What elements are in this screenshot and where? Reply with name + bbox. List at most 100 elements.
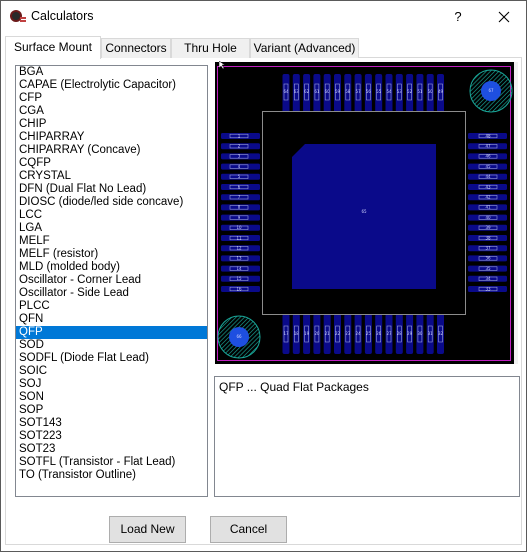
package-description-text: QFP ... Quad Flat Packages (219, 380, 369, 394)
pad-top (303, 74, 311, 114)
pad-label: 53 (397, 89, 403, 94)
pad-label: 64 (283, 89, 289, 94)
help-button[interactable]: ? (441, 1, 475, 32)
pad-label: 45 (485, 164, 491, 169)
list-item[interactable]: SOD (16, 339, 207, 352)
pad-label: 14 (236, 266, 242, 271)
pad-top (395, 74, 403, 114)
load-new-button[interactable]: Load New (109, 516, 186, 543)
pad-label: 13 (236, 256, 242, 261)
list-item[interactable]: DFN (Dual Flat No Lead) (16, 183, 207, 196)
pad-label: 28 (397, 331, 403, 336)
list-item[interactable]: MLD (molded body) (16, 261, 207, 274)
list-item[interactable]: CHIPARRAY (Concave) (16, 144, 207, 157)
pad-label: 50 (428, 89, 434, 94)
tab-surface-mount[interactable]: Surface Mount (5, 36, 101, 59)
center-thermal-pad (292, 144, 436, 289)
list-item[interactable]: Oscillator - Corner Lead (16, 274, 207, 287)
pad-label: 5 (238, 174, 241, 179)
list-item[interactable]: SOIC (16, 365, 207, 378)
pad-top (334, 74, 341, 114)
list-item[interactable]: MELF (resistor) (16, 248, 207, 261)
pad-label: 24 (356, 331, 362, 336)
package-type-list[interactable]: BGA CAPAE (Electrolytic Capacitor) CFP CGA C… (15, 65, 208, 497)
tab-thru-hole[interactable]: Thru Hole (171, 38, 250, 58)
pad-label: 58 (345, 89, 351, 94)
pad-label: 8 (238, 205, 241, 210)
title-bar: Calculators ? (1, 1, 526, 32)
tab-connectors[interactable]: Connectors (101, 38, 171, 58)
pad-label: 37 (485, 246, 491, 251)
list-item[interactable]: BGA (16, 66, 207, 79)
pad-label: 19 (304, 331, 310, 336)
list-item[interactable]: QFN (16, 313, 207, 326)
list-item[interactable]: CQFP (16, 157, 207, 170)
pad-label: 61 (314, 89, 320, 94)
footprint-preview: 64 63 62 61 60 59 58 57 56 55 54 53 52 51 50 49 17 18 19 20… (215, 62, 518, 364)
list-item[interactable]: LCC (16, 209, 207, 222)
list-item[interactable]: QFP (16, 326, 207, 339)
pad-left (221, 133, 260, 139)
tab-variant-advanced[interactable]: Variant (Advanced) (250, 38, 359, 58)
pad-label: 27 (386, 331, 392, 336)
pad-label: 57 (356, 89, 362, 94)
footprint-preview-canvas: 64 63 62 61 60 59 58 57 56 55 54 53 52 51 50 4917 18 19 20… (215, 62, 514, 364)
pad-label: 63 (294, 89, 300, 94)
pad-label: 4 (238, 164, 241, 169)
pad-top (416, 74, 424, 114)
pad-left (221, 214, 260, 221)
pad-label: 3 (238, 154, 241, 159)
pad-label: 34 (485, 276, 491, 281)
pad-label: 17 (283, 331, 289, 336)
list-item[interactable]: SOT143 (16, 417, 207, 430)
list-item[interactable]: SODFL (Diode Flat Lead) (16, 352, 207, 365)
list-item[interactable]: Oscillator - Side Lead (16, 287, 207, 300)
pad-label: 12 (236, 246, 242, 251)
list-item[interactable]: CGA (16, 105, 207, 118)
close-button[interactable] (481, 1, 527, 32)
pad-label: 40 (485, 215, 491, 220)
list-item[interactable]: SOTFL (Transistor - Flat Lead) (16, 456, 207, 469)
pad-label: 15 (236, 276, 242, 281)
list-item[interactable]: CAPAE (Electrolytic Capacitor) (16, 79, 207, 92)
package-description: QFP ... Quad Flat Packages (214, 376, 520, 497)
pad-label: 20 (314, 331, 320, 336)
fiducial-top-right-label: 67 (488, 88, 494, 93)
pad-label: 43 (485, 184, 491, 189)
list-item[interactable]: CHIPARRAY (16, 131, 207, 144)
pad-left (221, 184, 260, 190)
pad-label: 59 (335, 89, 341, 94)
list-item[interactable]: SON (16, 391, 207, 404)
pad-label: 42 (485, 195, 491, 200)
list-item[interactable]: SOJ (16, 378, 207, 391)
list-item[interactable]: DIOSC (diode/led side concave) (16, 196, 207, 209)
pad-label: 9 (238, 215, 241, 220)
center-pad-label: 65 (361, 209, 367, 214)
pad-top (406, 74, 414, 114)
pad-left (221, 153, 260, 160)
list-item[interactable]: CFP (16, 92, 207, 105)
pad-label: 23 (345, 331, 351, 336)
cancel-button[interactable]: Cancel (210, 516, 287, 543)
list-item[interactable]: CRYSTAL (16, 170, 207, 183)
pad-label: 55 (376, 89, 382, 94)
pad-label: 41 (485, 205, 491, 210)
list-item[interactable]: SOT223 (16, 430, 207, 443)
list-item[interactable]: MELF (16, 235, 207, 248)
pad-label: 39 (485, 225, 491, 230)
pad-label: 1 (238, 133, 241, 138)
list-item[interactable]: TO (Transistor Outline) (16, 469, 207, 482)
pad-top (344, 74, 352, 114)
list-item[interactable]: LGA (16, 222, 207, 235)
pad-label: 26 (376, 331, 382, 336)
pad-label: 16 (236, 286, 242, 291)
list-item[interactable]: CHIP (16, 118, 207, 131)
pad-label: 47 (485, 144, 491, 149)
pad-label: 31 (428, 331, 434, 336)
list-item[interactable]: SOT23 (16, 443, 207, 456)
list-item[interactable]: SOP (16, 404, 207, 417)
list-item[interactable]: PLCC (16, 300, 207, 313)
pad-top (426, 74, 434, 114)
pad-label: 62 (304, 89, 310, 94)
pad-label: 22 (335, 331, 341, 336)
